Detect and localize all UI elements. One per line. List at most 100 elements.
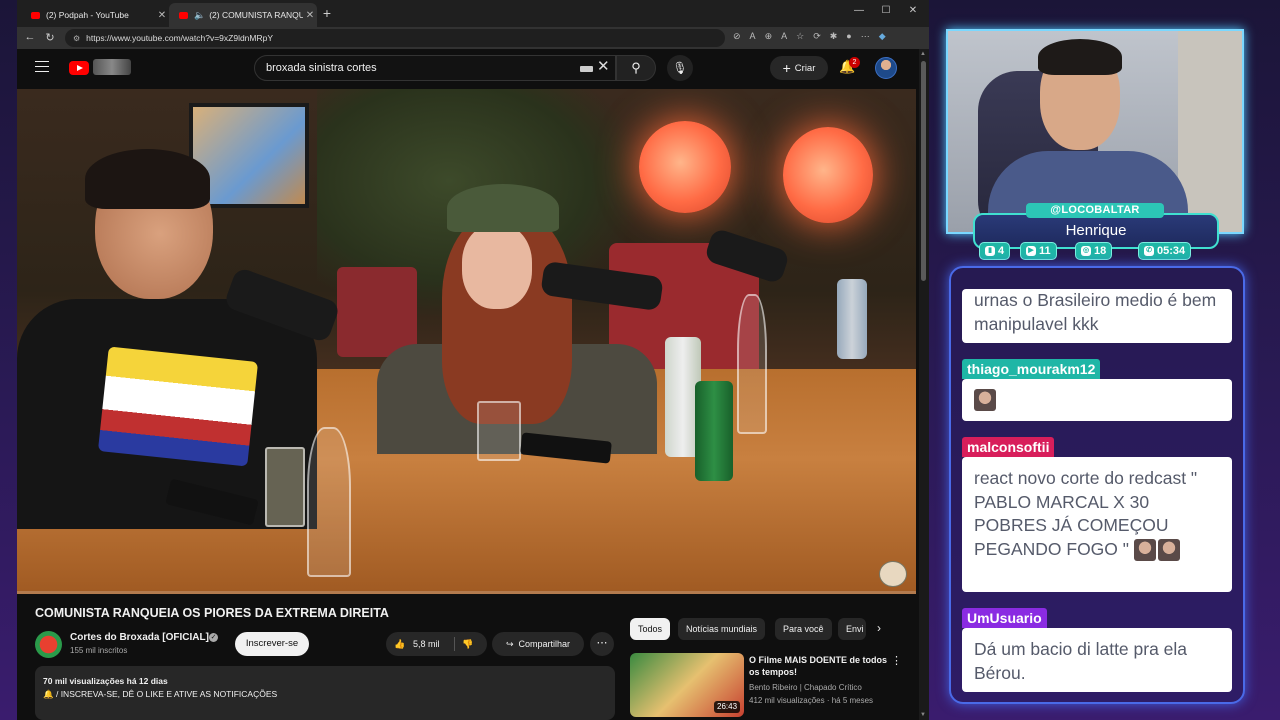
divider <box>454 637 455 651</box>
stat-whatsapp: ✆ 05:34 <box>1138 242 1192 260</box>
more-actions-button[interactable]: ⋯ <box>590 632 614 656</box>
share-label: Compartilhar <box>518 639 571 649</box>
dislike-icon[interactable]: 👎 <box>462 632 473 656</box>
url-field[interactable]: ⚙ https://www.youtube.com/watch?v=9xZ9ld… <box>65 29 725 47</box>
account-avatar[interactable] <box>875 57 897 79</box>
extensions-puzzle-icon[interactable]: ✱ <box>830 31 838 45</box>
keyboard-icon[interactable] <box>580 66 593 72</box>
webcam-streamer-hair <box>1038 39 1122 75</box>
back-icon[interactable]: ← <box>19 31 41 43</box>
translate-icon[interactable]: A <box>750 31 756 45</box>
profile-icon[interactable]: ● <box>846 31 851 45</box>
video-player[interactable] <box>17 89 916 594</box>
video-glass <box>307 427 351 577</box>
stat-value: 05:34 <box>1157 245 1186 257</box>
related-video-channel[interactable]: Bento Ribeiro | Chapado Crítico <box>749 683 862 692</box>
chat-username: malconsoftii <box>962 437 1055 457</box>
youtube-icon: ▶ <box>1026 246 1036 256</box>
view-stats: 70 mil visualizações há 12 dias <box>43 676 168 686</box>
close-tab-icon[interactable]: ✕ <box>303 10 317 21</box>
streamer-handle: @LOCOBALTAR <box>1026 203 1164 218</box>
stat-twitch: ▮ 4 <box>979 242 1011 260</box>
scroll-up-icon[interactable]: ▲ <box>920 51 926 57</box>
youtube-header: broxada sinistra cortes ✕ ⚲ 🎙 + Criar 🔔 … <box>17 49 919 89</box>
search-button[interactable]: ⚲ <box>616 55 656 81</box>
emote-icon <box>974 389 996 412</box>
search-icon: ⚲ <box>631 60 641 75</box>
video-glass <box>737 294 767 434</box>
description-text: 🔔 / INSCREVA-SE, DÊ O LIKE E ATIVE AS NO… <box>43 689 277 700</box>
scrollbar-thumb[interactable] <box>921 61 926 281</box>
bell-emoji-icon: 🔔 <box>43 689 54 699</box>
video-glass <box>477 401 521 461</box>
refresh-extension-icon[interactable]: ⟳ <box>813 31 821 45</box>
favorite-star-icon[interactable]: ☆ <box>796 31 804 45</box>
related-more-icon[interactable]: ⋮ <box>891 654 902 667</box>
tab-current-video[interactable]: 🔈 (2) COMUNISTA RANQUEIA OS PIORES ✕ <box>169 3 317 27</box>
chip-all[interactable]: Todos <box>630 618 671 640</box>
like-count[interactable]: 5,8 mil <box>413 632 440 656</box>
channel-name[interactable]: Cortes do Broxada [OFICIAL] <box>70 632 209 643</box>
url-text: https://www.youtube.com/watch?v=9xZ9ldnM… <box>86 33 274 43</box>
create-button[interactable]: + Criar <box>770 56 828 80</box>
more-icon[interactable]: ⋯ <box>861 31 870 45</box>
related-video-title[interactable]: O Filme MAIS DOENTE de todos os tempos! <box>749 654 889 678</box>
share-button[interactable]: ↪ Compartilhar <box>492 632 584 656</box>
search-query: broxada sinistra cortes <box>266 62 377 74</box>
like-icon[interactable]: 👍 <box>394 632 405 656</box>
webcam-door <box>1178 31 1242 232</box>
chat-message-text: Dá um bacio di latte pra ela Bérou. <box>974 639 1188 683</box>
stream-layout: (2) Podpah - YouTube ✕ 🔈 (2) COMUNISTA R… <box>0 0 1280 720</box>
emote-icon <box>1133 538 1156 561</box>
copilot-icon[interactable]: ◆ <box>879 31 886 45</box>
youtube-favicon-icon <box>31 11 40 19</box>
chip-world-news[interactable]: Notícias mundiais <box>678 618 766 640</box>
reload-icon[interactable]: ↻ <box>39 31 61 44</box>
subscribe-button[interactable]: Inscrever-se <box>235 632 309 656</box>
clear-search-icon[interactable]: ✕ <box>597 57 610 75</box>
new-tab-button[interactable]: + <box>319 5 335 21</box>
stat-value: 4 <box>998 245 1005 257</box>
plus-icon: + <box>782 60 791 76</box>
audio-playing-icon[interactable]: 🔈 <box>194 10 205 21</box>
page-scrollbar[interactable]: ▲ ▼ <box>919 49 929 720</box>
like-dislike-group: 👍 5,8 mil 👎 <box>386 632 487 656</box>
video-title: COMUNISTA RANQUEIA OS PIORES DA EXTREMA … <box>35 606 389 620</box>
extension-icon[interactable]: ⊘ <box>733 31 741 45</box>
channel-avatar[interactable] <box>35 631 62 658</box>
close-tab-icon[interactable]: ✕ <box>155 10 169 21</box>
minimize-icon[interactable]: — <box>849 5 869 16</box>
voice-search-button[interactable]: 🎙 <box>667 55 693 81</box>
close-window-icon[interactable]: ✕ <box>903 5 923 16</box>
menu-icon[interactable] <box>35 61 49 72</box>
search-input[interactable]: broxada sinistra cortes <box>254 55 616 81</box>
address-bar-icons: ⊘ A ⊕ A ☆ ⟳ ✱ ● ⋯ ◆ <box>733 31 886 45</box>
video-lantern <box>783 127 873 223</box>
chat-message-text: urnas o Brasileiro medio é bem manipulav… <box>974 290 1217 334</box>
channel-watermark-icon[interactable] <box>879 561 907 587</box>
read-aloud-icon[interactable]: A <box>781 31 787 45</box>
youtube-doodle[interactable] <box>93 59 131 75</box>
site-info-icon[interactable]: ⚙ <box>73 34 80 43</box>
youtube-logo-icon[interactable] <box>69 61 89 75</box>
share-icon: ↪ <box>505 638 514 649</box>
video-chair <box>337 267 417 357</box>
notification-count-badge: 2 <box>849 57 860 68</box>
chip-for-you[interactable]: Para você <box>775 618 832 640</box>
tab-podpah[interactable]: (2) Podpah - YouTube ✕ <box>21 3 169 27</box>
chat-message <box>962 379 1232 421</box>
chip-sent[interactable]: Envi <box>838 618 866 640</box>
video-progress-bar[interactable] <box>17 591 916 594</box>
chat-message: react novo corte do redcast " PABLO MARC… <box>962 457 1232 592</box>
zoom-icon[interactable]: ⊕ <box>765 31 773 45</box>
twitch-icon: ▮ <box>985 246 995 256</box>
chevron-right-icon[interactable]: › <box>877 621 881 635</box>
maximize-icon[interactable]: ☐ <box>876 5 896 16</box>
create-label: Criar <box>794 62 816 74</box>
scroll-down-icon[interactable]: ▼ <box>920 712 926 718</box>
video-can <box>695 381 733 481</box>
whatsapp-icon: ✆ <box>1144 246 1154 256</box>
tab-title: (2) Podpah - YouTube <box>46 10 129 20</box>
stat-value: 18 <box>1094 245 1107 257</box>
address-bar-row: ← ↻ ⚙ https://www.youtube.com/watch?v=9x… <box>17 27 929 49</box>
